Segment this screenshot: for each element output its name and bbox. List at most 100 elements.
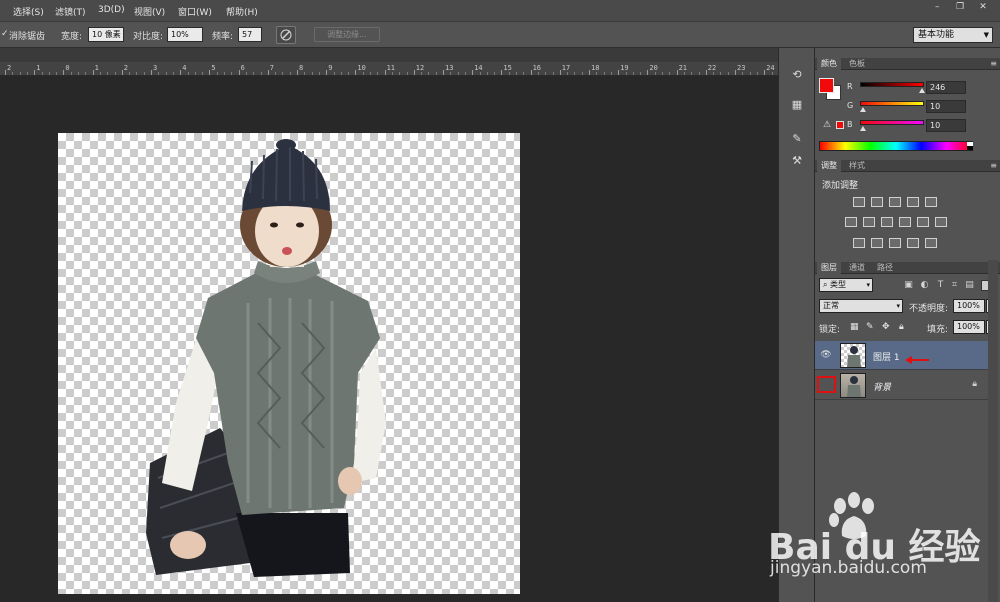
menu-help[interactable]: 帮助(H) xyxy=(226,5,258,18)
blue-slider-knob[interactable] xyxy=(859,126,866,131)
workspace-select[interactable]: 基本功能 ▼ xyxy=(913,27,993,43)
ruler-minor-tick xyxy=(610,72,612,75)
ruler-tick xyxy=(267,70,269,75)
menu-select[interactable]: 选择(S) xyxy=(13,5,44,18)
exposure-icon[interactable] xyxy=(907,197,919,207)
lock-all-icon[interactable]: 🔒︎ xyxy=(899,322,904,332)
red-arrow-annotation-icon xyxy=(905,356,929,364)
black-white-icon[interactable] xyxy=(881,217,893,227)
invert-icon[interactable] xyxy=(853,238,865,248)
chevron-down-icon: ▾ xyxy=(896,302,900,310)
gamut-color-chip[interactable] xyxy=(836,121,844,129)
ruler-minor-tick xyxy=(107,72,109,75)
tab-channels[interactable]: 通道 xyxy=(845,262,869,274)
green-value-field[interactable]: 10 xyxy=(926,100,966,113)
threshold-icon[interactable] xyxy=(889,238,901,248)
gamut-warning-icon[interactable]: ⚠ xyxy=(823,120,831,130)
blue-slider[interactable] xyxy=(860,120,924,125)
lock-transparent-icon[interactable]: ▦ xyxy=(850,322,859,332)
ruler-label: 23 xyxy=(737,64,746,72)
green-slider-knob[interactable] xyxy=(859,107,866,112)
ruler-tick xyxy=(413,70,415,75)
vibrance-icon[interactable] xyxy=(925,197,937,207)
brightness-contrast-icon[interactable] xyxy=(853,197,865,207)
curves-icon[interactable] xyxy=(889,197,901,207)
layer-row-background[interactable]: 背景 🔒︎ xyxy=(815,371,989,400)
menu-view[interactable]: 视图(V) xyxy=(134,5,165,18)
brush-preset-icon[interactable]: ✎ xyxy=(787,130,807,146)
red-slider-knob[interactable] xyxy=(918,88,925,93)
blend-mode-select[interactable]: 正常 ▾ xyxy=(819,299,903,313)
visibility-toggle-highlight[interactable] xyxy=(817,376,836,393)
posterize-icon[interactable] xyxy=(871,238,883,248)
selective-color-icon[interactable] xyxy=(907,238,919,248)
ruler-minor-tick xyxy=(78,72,79,75)
restore-button[interactable]: ❐ xyxy=(951,0,969,14)
ruler-tick xyxy=(151,70,152,75)
layer-filter-kind-select[interactable]: ⌕ 类型 ▾ xyxy=(819,278,873,292)
gradient-map-icon[interactable] xyxy=(925,238,937,248)
channel-mixer-icon[interactable] xyxy=(917,217,929,227)
refine-edge-button[interactable]: 调整边缘... xyxy=(314,27,380,42)
eye-icon[interactable]: 👁︎ xyxy=(820,349,832,361)
history-icon[interactable]: ⟲ xyxy=(787,66,807,82)
ruler-label: 8 xyxy=(299,64,304,72)
shape-filter-icon[interactable]: ⌗ xyxy=(949,280,960,291)
anti-alias-checkbox[interactable]: ✓ xyxy=(1,29,9,39)
ruler-tick xyxy=(297,70,298,75)
photo-filter-icon[interactable] xyxy=(899,217,911,227)
color-spectrum-bar[interactable] xyxy=(819,141,973,151)
pixel-filter-icon[interactable]: ▣ xyxy=(903,280,914,291)
ruler-label: 4 xyxy=(182,64,187,72)
contrast-field[interactable]: 10% xyxy=(167,27,203,42)
type-filter-icon[interactable]: T xyxy=(935,280,946,291)
menu-3d[interactable]: 3D(D) xyxy=(98,5,125,15)
black-white-ramp[interactable] xyxy=(967,142,973,150)
hue-saturation-icon[interactable] xyxy=(845,217,857,227)
fill-field[interactable]: 100% xyxy=(953,320,985,334)
ruler-label: 2 xyxy=(7,64,12,72)
stylus-pressure-button[interactable] xyxy=(276,26,296,44)
layer-thumbnail xyxy=(840,343,866,368)
contrast-label: 对比度: xyxy=(133,32,164,42)
minimize-button[interactable]: – xyxy=(928,0,946,14)
ruler-tick xyxy=(735,70,736,75)
color-lookup-icon[interactable] xyxy=(935,217,947,227)
color-balance-icon[interactable] xyxy=(863,217,875,227)
panel-menu-icon[interactable]: ≡ xyxy=(990,58,997,70)
blue-value-field[interactable]: 10 xyxy=(926,119,966,132)
close-button[interactable]: ✕ xyxy=(974,0,992,14)
layer-name[interactable]: 背景 xyxy=(873,380,891,393)
lock-position-icon[interactable]: ✥ xyxy=(882,322,890,332)
red-value-field[interactable]: 246 xyxy=(926,81,966,94)
ruler-minor-tick xyxy=(720,72,722,75)
menu-filter[interactable]: 滤镜(T) xyxy=(55,5,86,18)
tab-swatches[interactable]: 色板 xyxy=(845,58,869,70)
horizontal-ruler: 2 1 0 1 2 3 4 5 6 7 8 9 10 11 12 13 14 15 16 17 18 19 20 21 22 23… xyxy=(0,62,778,76)
red-slider[interactable] xyxy=(860,82,924,87)
ruler-tick xyxy=(326,70,328,75)
opacity-field[interactable]: 100% xyxy=(953,299,985,313)
lock-image-icon[interactable]: ✎ xyxy=(866,322,874,332)
lock-icon: 🔒︎ xyxy=(972,379,977,389)
ruler-minor-tick xyxy=(545,72,547,75)
tab-adjustments[interactable]: 调整 xyxy=(817,160,841,172)
adjustment-filter-icon[interactable]: ◐ xyxy=(919,280,930,291)
tab-paths[interactable]: 路径 xyxy=(873,262,897,274)
levels-icon[interactable] xyxy=(871,197,883,207)
green-slider[interactable] xyxy=(860,101,924,106)
width-field[interactable]: 10 像素 xyxy=(88,27,124,42)
properties-icon[interactable]: ▦ xyxy=(787,96,807,112)
smart-object-filter-icon[interactable]: ▤ xyxy=(964,280,975,291)
tool-presets-icon[interactable]: ⚒ xyxy=(787,152,807,168)
menu-window[interactable]: 窗口(W) xyxy=(178,5,212,18)
layer-row-layer1[interactable]: 👁︎ 图层 1 xyxy=(815,341,989,370)
tab-layers[interactable]: 图层 xyxy=(817,262,841,274)
tab-styles[interactable]: 样式 xyxy=(845,160,869,172)
tab-color[interactable]: 颜色 xyxy=(817,58,841,70)
panel-menu-icon[interactable]: ≡ xyxy=(990,160,997,172)
frequency-field[interactable]: 57 xyxy=(238,27,262,42)
document-canvas[interactable] xyxy=(58,133,520,594)
layer-name[interactable]: 图层 1 xyxy=(873,350,900,363)
foreground-color-swatch[interactable] xyxy=(819,78,834,93)
